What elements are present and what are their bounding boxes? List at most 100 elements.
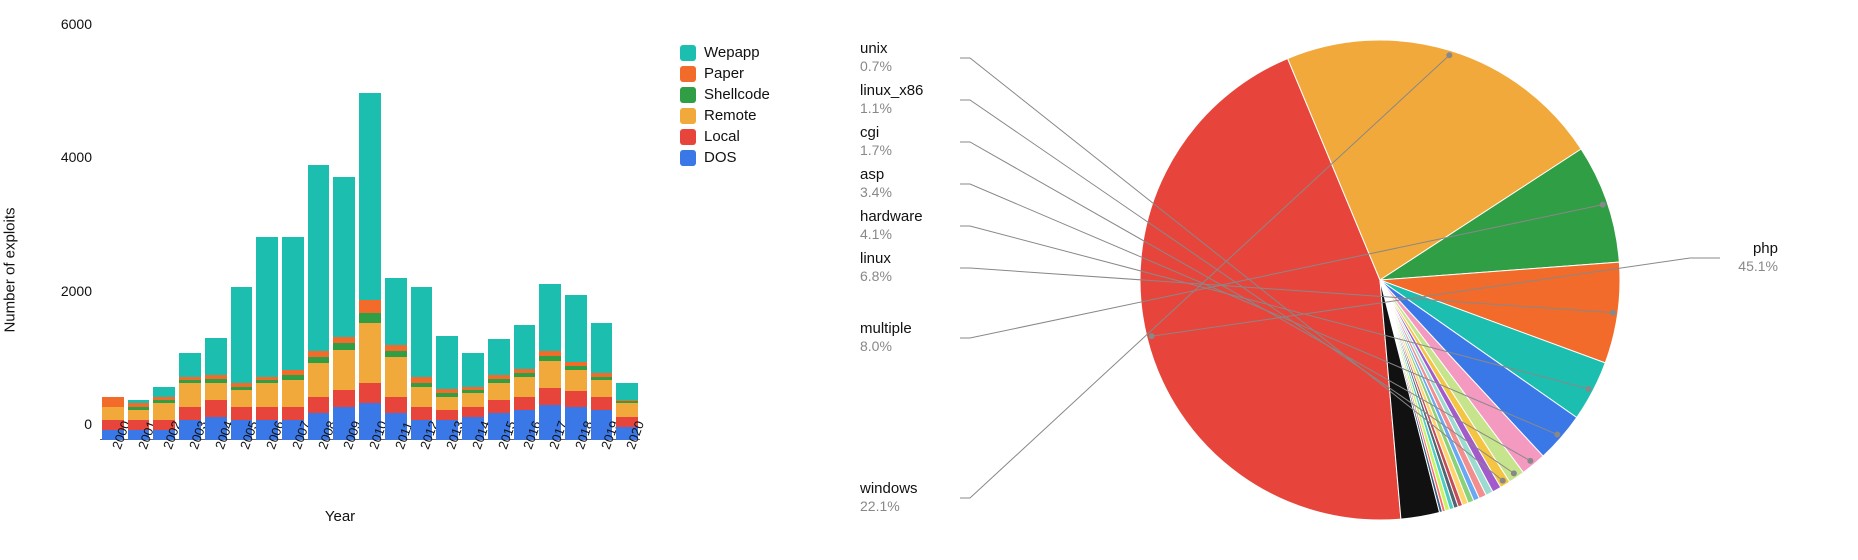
bar-segment-remote <box>514 377 536 397</box>
pie-label-pct: 8.0% <box>860 338 912 355</box>
leader-dot <box>1149 333 1155 339</box>
legend-item-shellcode: Shellcode <box>680 86 820 103</box>
bar-segment-local <box>256 407 278 420</box>
bar-segment-wepapp <box>539 284 561 351</box>
bar-segment-wepapp <box>333 177 355 337</box>
pie-label-name: hardware <box>860 208 923 226</box>
bar-column: 2013 <box>436 336 458 440</box>
bar-segment-wepapp <box>153 387 175 397</box>
bar-column: 2014 <box>462 353 484 440</box>
bar-segment-remote <box>385 357 407 397</box>
pie-label-name: windows <box>860 480 918 498</box>
pie-svg <box>840 20 1840 540</box>
bar-segment-paper <box>385 345 407 352</box>
bar-segment-wepapp <box>308 165 330 352</box>
bar-segment-remote <box>462 393 484 406</box>
legend-label: Local <box>704 128 740 145</box>
bar-column: 2012 <box>411 287 433 440</box>
pie-label-cgi: cgi1.7% <box>860 124 892 159</box>
bar-segment-remote <box>282 380 304 407</box>
bar-column: 2003 <box>179 353 201 440</box>
bar-segment-wepapp <box>565 295 587 362</box>
y-tick: 2000 <box>61 283 100 299</box>
bar-column: 2019 <box>591 323 613 440</box>
bar-segment-wepapp <box>359 93 381 300</box>
bar-segment-local <box>411 407 433 420</box>
pie-label-pct: 1.1% <box>860 100 923 117</box>
bar-segment-remote <box>231 390 253 407</box>
leader-dot <box>1610 310 1616 316</box>
legend-item-paper: Paper <box>680 65 820 82</box>
pie-label-name: multiple <box>860 320 912 338</box>
bar-segment-remote <box>359 323 381 383</box>
legend-swatch <box>680 108 696 124</box>
bar-column: 2008 <box>308 165 330 440</box>
bar-segment-wepapp <box>282 237 304 370</box>
bar-segment-wepapp <box>514 325 536 368</box>
bar-column: 2016 <box>514 325 536 440</box>
bar-segment-local <box>359 383 381 403</box>
leader-dot <box>1500 478 1506 484</box>
pie-label-pct: 3.4% <box>860 184 892 201</box>
bar-column: 2004 <box>205 338 227 440</box>
legend-swatch <box>680 66 696 82</box>
pie-label-name: php <box>1738 240 1778 258</box>
legend-swatch <box>680 150 696 166</box>
bar-segment-remote <box>179 383 201 406</box>
bar-segment-remote <box>333 350 355 390</box>
legend-swatch <box>680 45 696 61</box>
bar-segment-local <box>591 397 613 410</box>
bar-columns: 2000200120022003200420052006200720082009… <box>100 40 640 440</box>
bar-segment-remote <box>256 383 278 406</box>
bar-column: 2010 <box>359 93 381 440</box>
leader-dot <box>1585 386 1591 392</box>
pie-label-name: asp <box>860 166 892 184</box>
leader-dot <box>1600 202 1606 208</box>
bar-segment-wepapp <box>411 287 433 377</box>
bar-segment-local <box>436 410 458 420</box>
legend-label: Wepapp <box>704 44 760 61</box>
bar-segment-local <box>385 397 407 414</box>
pie-label-pct: 1.7% <box>860 142 892 159</box>
bar-column: 2002 <box>153 387 175 440</box>
pie-label-linux: linux6.8% <box>860 250 892 285</box>
bar-segment-remote <box>102 407 124 420</box>
legend-label: DOS <box>704 149 737 166</box>
bar-segment-local <box>231 407 253 420</box>
bar-segment-shellcode <box>308 357 330 364</box>
bar-column: 2009 <box>333 177 355 440</box>
bar-column: 2000 <box>102 397 124 440</box>
bar-segment-wepapp <box>488 339 510 376</box>
pie-label-name: unix <box>860 40 892 58</box>
bar-segment-local <box>333 390 355 407</box>
pie-label-unix: unix0.7% <box>860 40 892 75</box>
bar-segment-remote <box>153 403 175 420</box>
y-tick: 6000 <box>61 16 100 32</box>
legend-label: Remote <box>704 107 757 124</box>
bar-column: 2001 <box>128 400 150 440</box>
bar-legend: Wepapp Paper Shellcode Remote Local DOS <box>680 40 820 540</box>
pie-label-pct: 0.7% <box>860 58 892 75</box>
leader-dot <box>1527 458 1533 464</box>
y-tick: 4000 <box>61 149 100 165</box>
bar-ylabel: Number of exploits <box>2 207 19 332</box>
leader-dot <box>1446 52 1452 58</box>
bar-column: 2017 <box>539 284 561 440</box>
bar-column: 2011 <box>385 278 407 440</box>
bar-column: 2018 <box>565 295 587 440</box>
bar-column: 2020 <box>616 383 638 440</box>
bar-segment-paper <box>359 300 381 313</box>
bar-segment-remote <box>308 363 330 396</box>
bar-segment-wepapp <box>256 237 278 377</box>
bar-segment-wepapp <box>591 323 613 373</box>
pie-label-name: linux <box>860 250 892 268</box>
bar-segment-wepapp <box>179 353 201 376</box>
legend-swatch <box>680 129 696 145</box>
bar-segment-remote <box>616 403 638 416</box>
bar-segment-wepapp <box>231 287 253 384</box>
pie-label-hardware: hardware4.1% <box>860 208 923 243</box>
pie-label-pct: 22.1% <box>860 498 918 515</box>
bar-column: 2005 <box>231 287 253 440</box>
bar-segment-local <box>308 397 330 414</box>
bar-segment-shellcode <box>333 343 355 350</box>
